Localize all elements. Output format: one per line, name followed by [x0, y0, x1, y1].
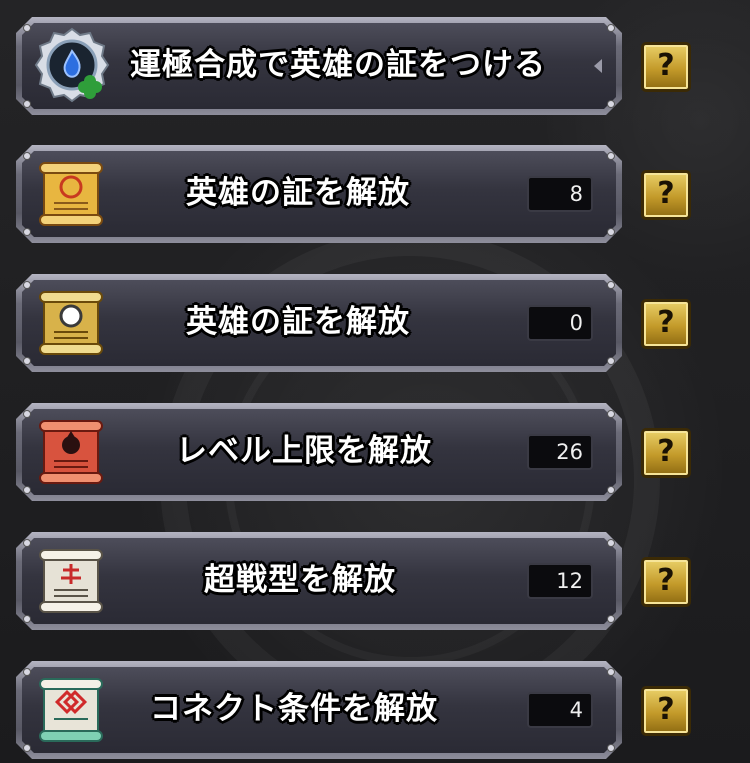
- rivet: [24, 669, 30, 675]
- platinum-scroll-icon: [39, 291, 103, 355]
- rivet: [24, 411, 30, 417]
- rivet: [24, 101, 30, 107]
- rivet: [608, 487, 614, 493]
- rivet: [608, 411, 614, 417]
- arrow-left-icon: [594, 59, 602, 73]
- help-button[interactable]: ?: [641, 686, 691, 736]
- rivet: [24, 282, 30, 288]
- count-value: 26: [527, 434, 593, 470]
- help-button[interactable]: ?: [641, 299, 691, 349]
- rivet: [608, 358, 614, 364]
- rivet: [608, 616, 614, 622]
- row-label: 超戦型を解放: [204, 562, 396, 598]
- white-scroll-icon: [39, 549, 103, 613]
- list-item-hero-proof-platinum[interactable]: 英雄の証を解放 0 ?: [0, 274, 750, 374]
- list-item-hero-badge[interactable]: 運極合成で英雄の証をつける ?: [0, 17, 750, 117]
- help-button[interactable]: ?: [641, 170, 691, 220]
- list-item-level-cap[interactable]: レベル上限を解放 26 ?: [0, 403, 750, 503]
- rivet: [608, 153, 614, 159]
- count-value: 0: [527, 305, 593, 341]
- rivet: [608, 282, 614, 288]
- count-value: 12: [527, 563, 593, 599]
- help-button[interactable]: ?: [641, 428, 691, 478]
- count-value: 4: [527, 692, 593, 728]
- rivet: [24, 229, 30, 235]
- rivet: [608, 540, 614, 546]
- row-label: 英雄の証を解放: [186, 304, 410, 340]
- rivet: [24, 487, 30, 493]
- list-item-super-battle-type[interactable]: 超戦型を解放 12 ?: [0, 532, 750, 632]
- list-item-hero-proof-gold[interactable]: 英雄の証を解放 8 ?: [0, 145, 750, 245]
- red-scroll-icon: [39, 420, 103, 484]
- row-label: 英雄の証を解放: [186, 175, 410, 211]
- rivet: [608, 669, 614, 675]
- row-label: レベル上限を解放: [176, 433, 432, 469]
- help-button[interactable]: ?: [641, 557, 691, 607]
- hero-badge-icon: [34, 27, 110, 103]
- list-item-connect-condition[interactable]: コネクト条件を解放 4 ?: [0, 661, 750, 761]
- rivet: [24, 616, 30, 622]
- row-label: コネクト条件を解放: [150, 691, 438, 727]
- row-label: 運極合成で英雄の証をつける: [130, 47, 546, 83]
- rivet: [24, 25, 30, 31]
- help-button[interactable]: ?: [641, 42, 691, 92]
- rivet: [608, 229, 614, 235]
- rivet: [24, 745, 30, 751]
- rivet: [608, 745, 614, 751]
- rivet: [24, 153, 30, 159]
- gold-scroll-icon: [39, 162, 103, 226]
- teal-scroll-icon: [39, 678, 103, 742]
- count-value: 8: [527, 176, 593, 212]
- rivet: [608, 101, 614, 107]
- rivet: [24, 540, 30, 546]
- rivet: [24, 358, 30, 364]
- rivet: [608, 25, 614, 31]
